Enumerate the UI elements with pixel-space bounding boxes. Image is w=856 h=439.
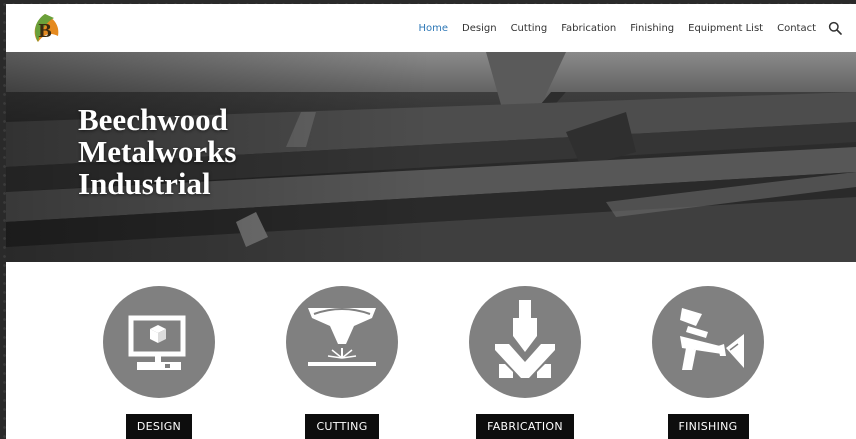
computer-cube-icon (128, 315, 186, 370)
spray-gun-icon (680, 308, 744, 370)
design-circle[interactable] (103, 286, 215, 398)
service-fabrication: FABRICATION (465, 286, 585, 439)
hero-title: Beechwood Metalworks Industrial (78, 104, 236, 200)
nav-item-cutting[interactable]: Cutting (511, 23, 548, 34)
page-frame: B Home Design Cutting Fabrication Finish… (6, 4, 856, 439)
nav-item-finishing[interactable]: Finishing (630, 23, 674, 34)
finishing-button[interactable]: FINISHING (667, 414, 749, 439)
cutting-button[interactable]: CUTTING (305, 414, 379, 439)
services-section: DESIGN CUTTING FABRICATION FINISHING (6, 262, 856, 439)
hero-banner: Beechwood Metalworks Industrial (6, 52, 856, 262)
nav-item-home[interactable]: Home (419, 23, 449, 34)
main-navigation: Home Design Cutting Fabrication Finishin… (405, 4, 842, 52)
fabrication-circle[interactable] (469, 286, 581, 398)
hero-title-line-3: Industrial (78, 166, 211, 201)
fabrication-button[interactable]: FABRICATION (476, 414, 574, 439)
service-design: DESIGN (99, 286, 219, 439)
hero-title-line-1: Beechwood (78, 102, 228, 137)
service-cutting: CUTTING (282, 286, 402, 439)
finishing-circle[interactable] (652, 286, 764, 398)
nav-item-fabrication[interactable]: Fabrication (561, 23, 616, 34)
service-finishing: FINISHING (648, 286, 768, 439)
logo-letter: B (38, 20, 51, 42)
nav-item-contact[interactable]: Contact (777, 23, 816, 34)
press-brake-icon (495, 300, 555, 378)
site-header: B Home Design Cutting Fabrication Finish… (6, 4, 856, 52)
search-icon[interactable] (828, 21, 842, 35)
nav-item-design[interactable]: Design (462, 23, 497, 34)
design-button[interactable]: DESIGN (125, 414, 193, 439)
beechwood-logo[interactable]: B (28, 12, 62, 46)
hero-title-line-2: Metalworks (78, 134, 237, 169)
laser-cutter-icon (308, 308, 376, 366)
cutting-circle[interactable] (286, 286, 398, 398)
nav-item-equipment-list[interactable]: Equipment List (688, 23, 763, 34)
